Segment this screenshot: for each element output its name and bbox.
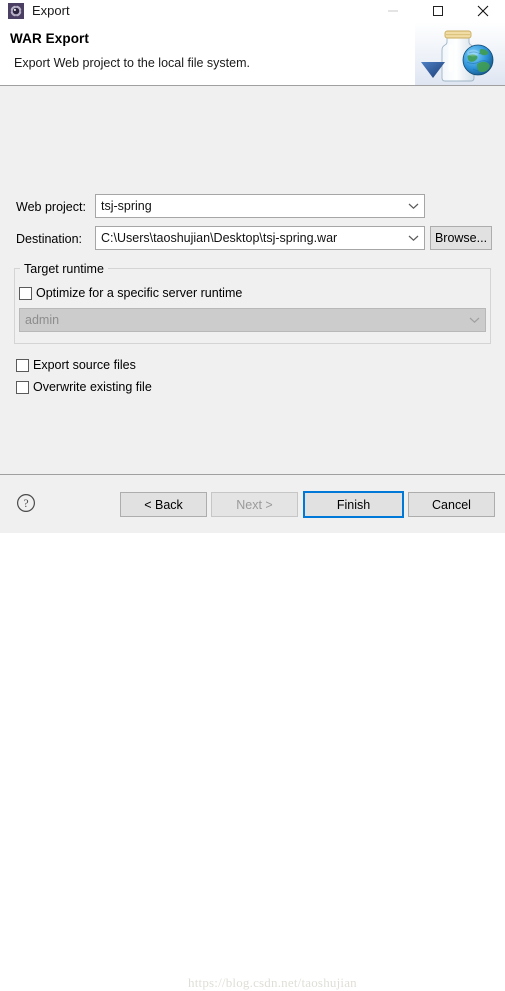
chevron-down-icon[interactable] <box>463 309 485 331</box>
window-title: Export <box>32 3 70 18</box>
overwrite-existing-file-label: Overwrite existing file <box>33 380 152 394</box>
runtime-combo[interactable]: admin <box>19 308 486 332</box>
page-title: WAR Export <box>10 31 90 46</box>
overwrite-existing-file-row[interactable]: Overwrite existing file <box>16 380 152 394</box>
wizard-header: WAR Export Export Web project to the loc… <box>0 22 505 85</box>
maximize-button[interactable] <box>415 0 460 22</box>
window-controls <box>370 0 505 22</box>
export-wizard-icon <box>8 3 24 19</box>
web-project-value: tsj-spring <box>101 199 152 213</box>
minimize-icon <box>387 10 398 12</box>
browse-button[interactable]: Browse... <box>430 226 492 250</box>
back-button[interactable]: < Back <box>120 492 207 517</box>
close-button[interactable] <box>460 0 505 22</box>
target-runtime-group <box>14 268 491 344</box>
web-project-label: Web project: <box>16 200 86 214</box>
overwrite-existing-file-checkbox[interactable] <box>16 380 29 394</box>
maximize-icon <box>432 6 443 16</box>
runtime-combo-value: admin <box>25 313 60 327</box>
title-bar: Export <box>0 0 505 22</box>
export-source-files-checkbox[interactable] <box>16 358 29 372</box>
destination-value: C:\Users\taoshujian\Desktop\tsj-spring.w… <box>101 231 338 245</box>
minimize-button[interactable] <box>370 0 415 22</box>
finish-button[interactable]: Finish <box>303 491 404 518</box>
destination-combo[interactable]: C:\Users\taoshujian\Desktop\tsj-spring.w… <box>95 226 425 250</box>
svg-text:?: ? <box>23 498 28 510</box>
export-source-files-label: Export source files <box>33 358 136 372</box>
help-question-icon[interactable]: ? <box>16 493 36 513</box>
target-runtime-group-label: Target runtime <box>20 262 108 276</box>
optimize-runtime-checkbox-row[interactable]: Optimize for a specific server runtime <box>19 286 242 300</box>
export-dialog: Export WAR Export Export Web project to … <box>0 0 505 990</box>
optimize-runtime-label: Optimize for a specific server runtime <box>36 286 243 300</box>
destination-label: Destination: <box>16 232 83 246</box>
cancel-button[interactable]: Cancel <box>408 492 495 517</box>
optimize-runtime-checkbox[interactable] <box>19 286 32 300</box>
chevron-down-icon[interactable] <box>402 195 424 217</box>
web-project-combo[interactable]: tsj-spring <box>95 194 425 218</box>
close-icon <box>477 5 488 17</box>
page-description: Export Web project to the local file sys… <box>14 56 250 70</box>
dialog-footer: https://blog.csdn.net/taoshujian ? < Bac… <box>0 475 505 990</box>
watermark-text: https://blog.csdn.net/taoshujian <box>188 975 357 990</box>
next-button[interactable]: Next > <box>211 492 298 517</box>
war-jar-globe-icon <box>415 22 505 85</box>
export-source-files-row[interactable]: Export source files <box>16 358 136 372</box>
dialog-body: Web project: tsj-spring Destination: C:\… <box>0 86 505 474</box>
chevron-down-icon[interactable] <box>402 227 424 249</box>
